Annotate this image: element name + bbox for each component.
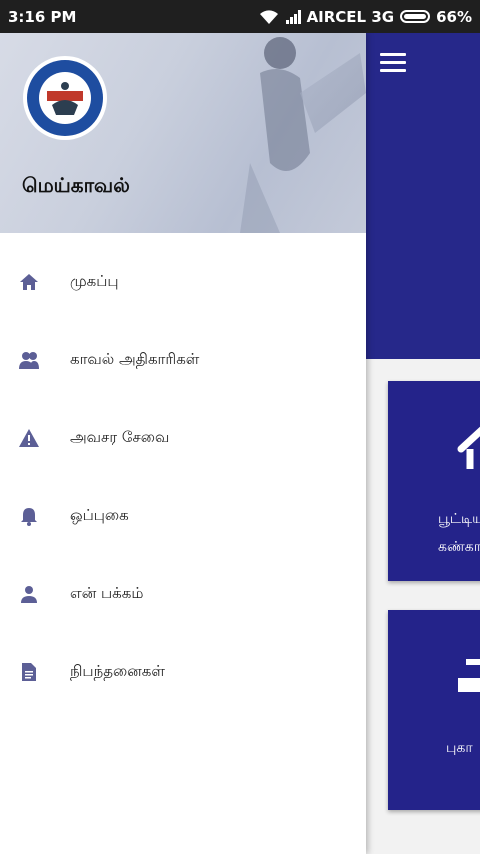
drawer-header: மெய்காவல் — [0, 33, 366, 233]
feature-card-complaint[interactable]: புகா — [388, 610, 480, 810]
drawer-menu: முகப்பு காவல் அதிகாரிகள் அவசர சேவை ஒப்பு… — [0, 243, 366, 711]
feature-card-lock[interactable]: பூட்டிய கண்கா — [388, 381, 480, 581]
card1-label-line1: பூட்டிய — [438, 511, 480, 527]
wifi-icon — [259, 9, 278, 24]
hero-banner — [366, 33, 480, 359]
menu-item-officers[interactable]: காவல் அதிகாரிகள் — [0, 321, 366, 399]
menu-item-label: காவல் அதிகாரிகள் — [70, 350, 200, 368]
document-icon — [18, 661, 40, 683]
person-icon — [18, 583, 40, 605]
menu-icon[interactable] — [380, 53, 406, 75]
menu-item-my-page[interactable]: என் பக்கம் — [0, 555, 366, 633]
menu-item-acknowledgement[interactable]: ஒப்புகை — [0, 477, 366, 555]
menu-item-label: என் பக்கம் — [70, 584, 144, 602]
bell-icon — [18, 505, 40, 527]
police-logo — [23, 56, 107, 140]
app-title: மெய்காவல் — [22, 173, 130, 197]
menu-item-label: ஒப்புகை — [70, 506, 129, 524]
card2-label-line1: புகா — [446, 740, 473, 756]
menu-item-home[interactable]: முகப்பு — [0, 243, 366, 321]
warning-icon — [18, 427, 40, 449]
status-bar: 3:16 PM AIRCEL 3G 66% — [0, 0, 480, 33]
inbox-icon — [458, 659, 480, 692]
home-icon — [18, 271, 40, 293]
card1-label-line2: கண்கா — [438, 539, 480, 555]
menu-item-label: முகப்பு — [70, 272, 119, 290]
menu-item-label: நிபந்தனைகள் — [70, 662, 165, 680]
status-indicators: AIRCEL 3G 66% — [258, 8, 472, 26]
navigation-drawer: மெய்காவல் முகப்பு காவல் அதிகாரிகள் அவசர … — [0, 33, 366, 854]
menu-item-emergency[interactable]: அவசர சேவை — [0, 399, 366, 477]
signal-icon — [285, 9, 301, 24]
header-background-image — [240, 37, 366, 233]
menu-item-label: அவசர சேவை — [70, 428, 170, 446]
carrier-name: AIRCEL 3G — [306, 7, 395, 26]
menu-item-terms[interactable]: நிபந்தனைகள் — [0, 633, 366, 711]
battery-icon — [400, 10, 431, 23]
people-icon — [18, 349, 40, 371]
house-icon — [457, 426, 480, 469]
battery-level: 66% — [436, 7, 472, 26]
status-time: 3:16 PM — [8, 7, 77, 26]
